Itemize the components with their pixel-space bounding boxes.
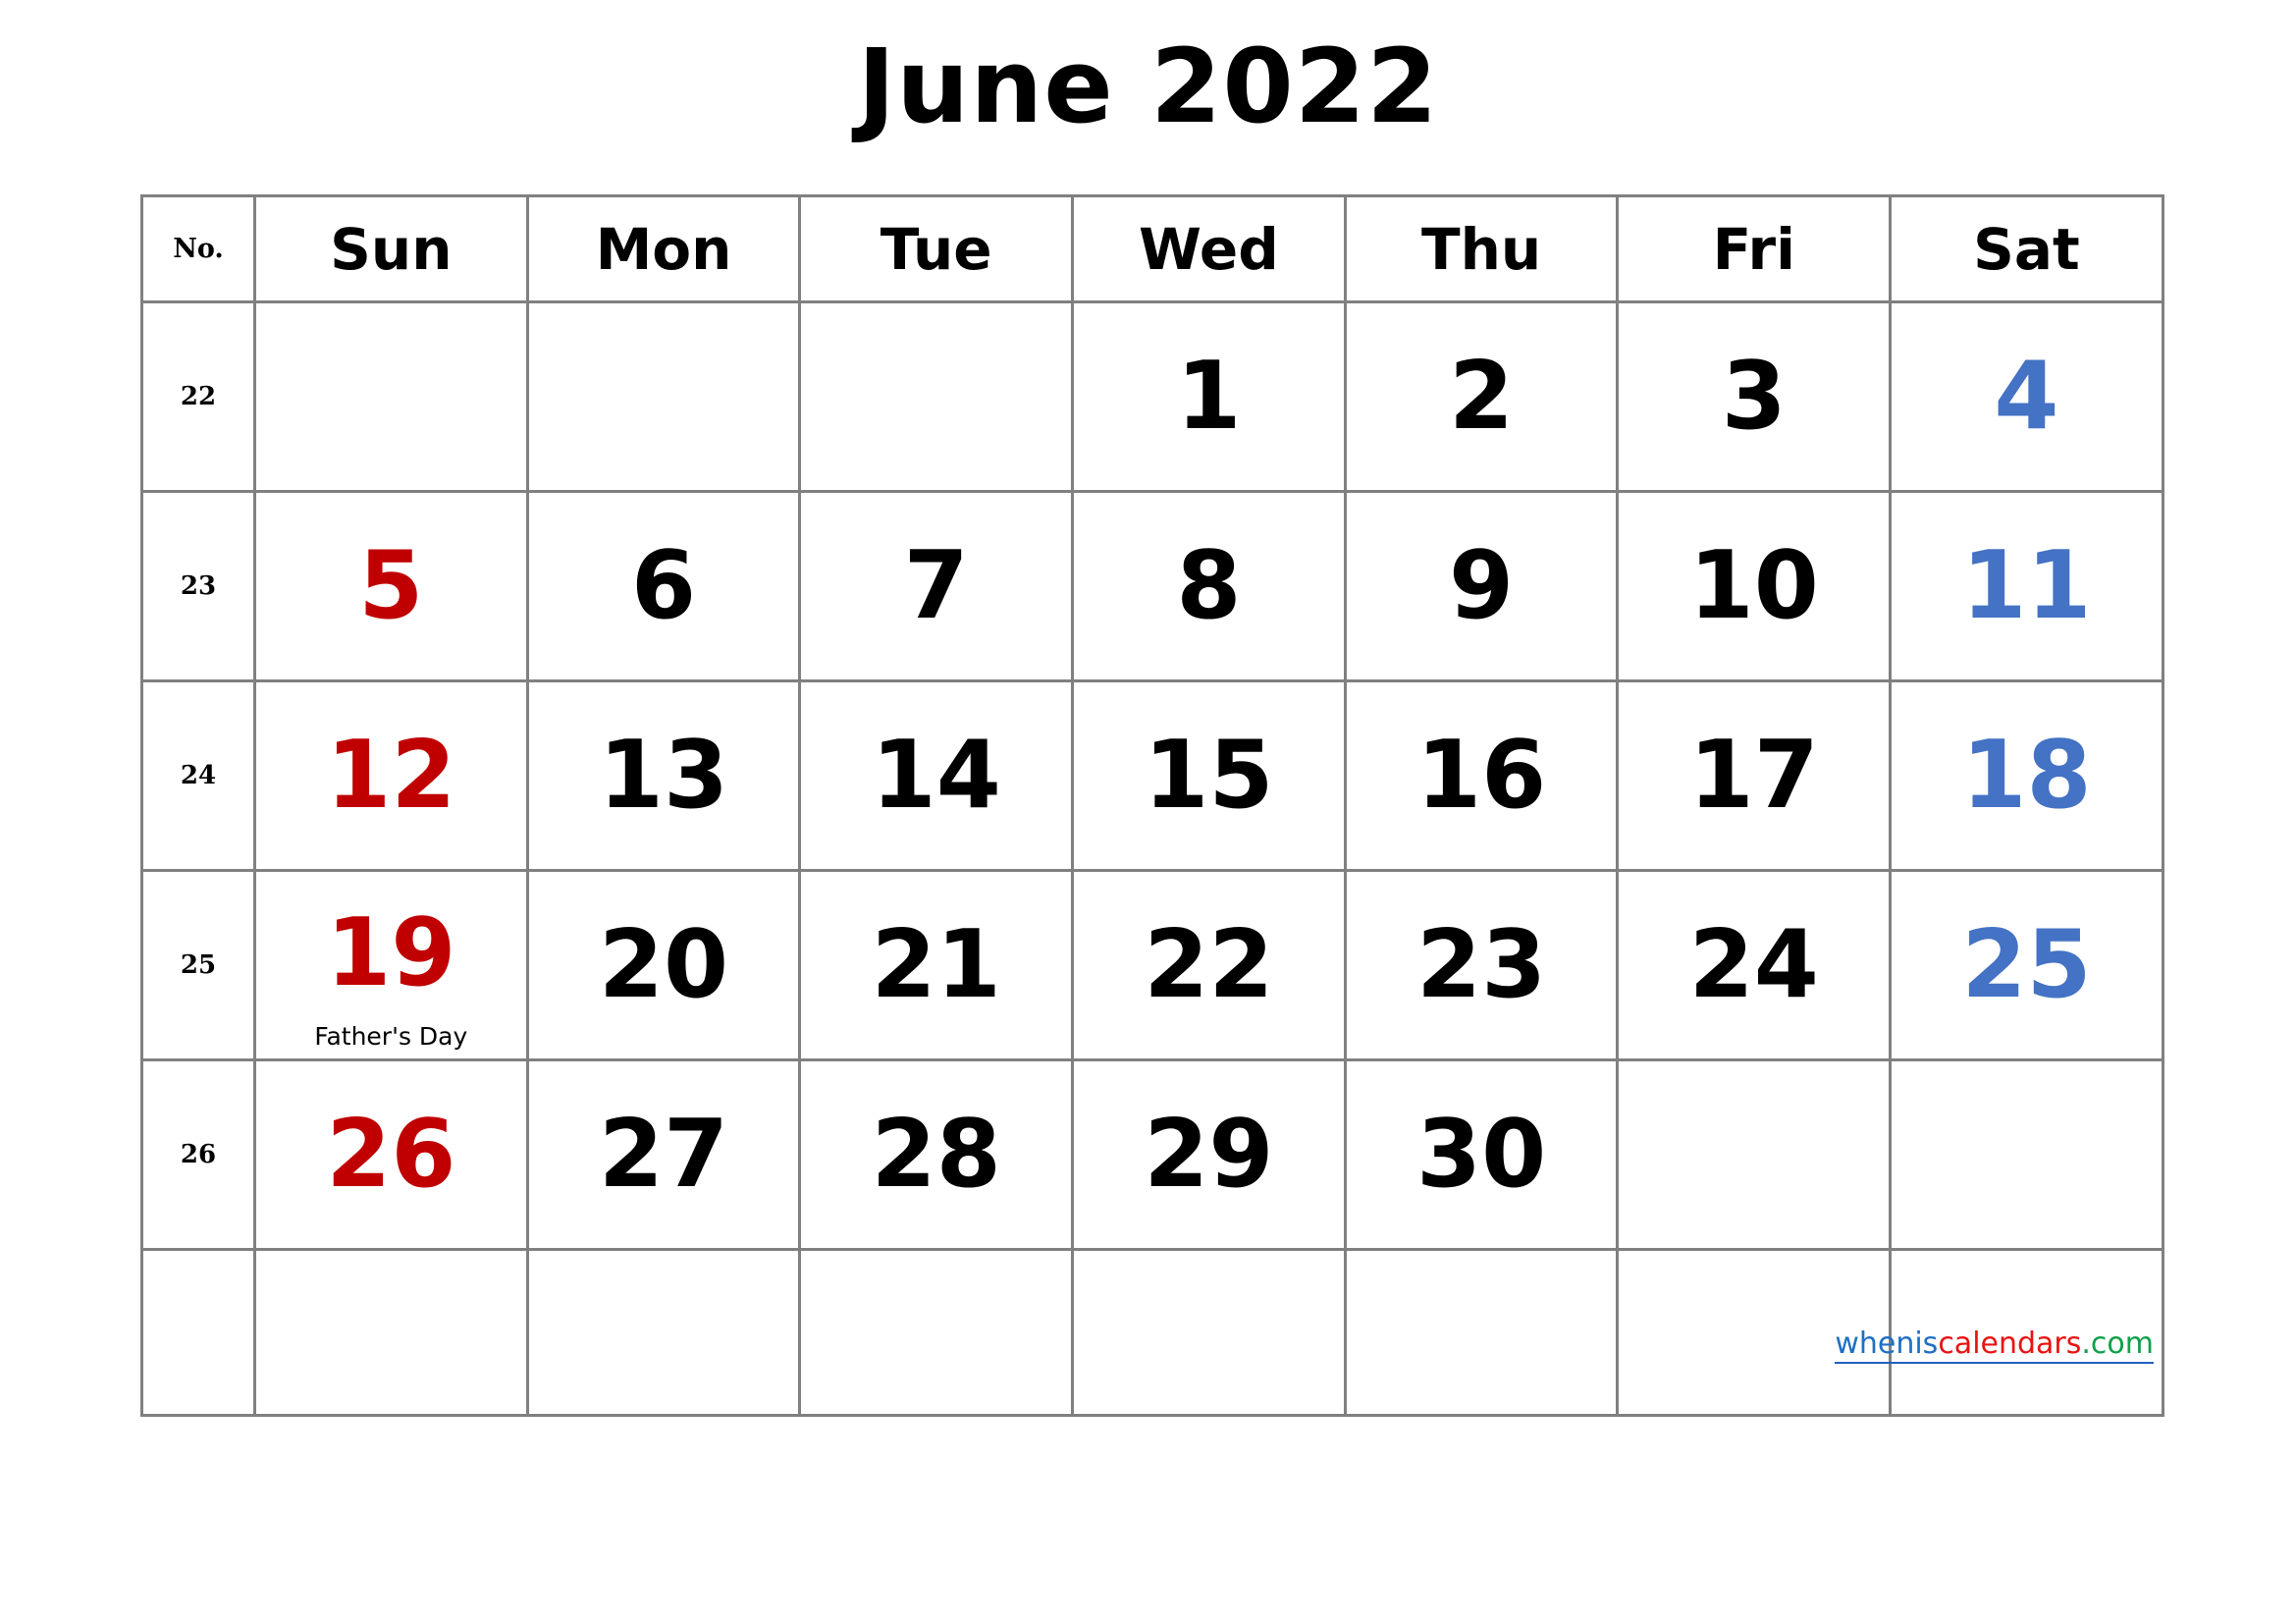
page-title: June 2022 — [857, 27, 1439, 146]
day-cell[interactable]: 24 — [1616, 869, 1893, 1061]
day-cell[interactable]: 3 — [1616, 300, 1893, 493]
week-number-header: No. — [140, 194, 256, 303]
day-cell[interactable]: 16 — [1343, 679, 1620, 872]
day-cell[interactable]: 22 — [1071, 869, 1347, 1061]
day-header-wed: Wed — [1071, 194, 1347, 303]
calendar-week-row: 22 1 2 3 4 — [140, 300, 2164, 493]
day-number: 3 — [1721, 343, 1787, 451]
day-number: 20 — [598, 911, 729, 1019]
day-cell[interactable]: 21 — [798, 869, 1075, 1061]
day-number: 10 — [1688, 532, 1819, 640]
calendar-week-row: 26 26 27 28 29 30 — [140, 1058, 2164, 1251]
day-number: 22 — [1144, 911, 1274, 1019]
day-number: 25 — [1961, 911, 2092, 1019]
day-cell[interactable]: 26 — [253, 1058, 529, 1251]
day-cell[interactable]: 13 — [525, 679, 802, 872]
day-cell[interactable]: 8 — [1071, 490, 1347, 682]
day-cell[interactable]: 4 — [1889, 300, 2164, 493]
day-number: 16 — [1415, 722, 1547, 830]
day-cell[interactable]: 30 — [1343, 1058, 1620, 1251]
day-cell[interactable]: 1 — [1071, 300, 1347, 493]
day-number: 7 — [903, 532, 969, 640]
day-cell[interactable] — [1616, 1058, 1893, 1251]
day-number: 5 — [358, 532, 424, 640]
day-cell[interactable]: 17 — [1616, 679, 1893, 872]
day-number: 24 — [1688, 911, 1819, 1019]
day-cell[interactable]: 23 — [1343, 869, 1620, 1061]
day-cell[interactable] — [1889, 1058, 2164, 1251]
calendar-table: No. Sun Mon Tue Wed Thu Fri Sat 22 1 2 3 4 23… — [140, 194, 2164, 1417]
day-number: 13 — [598, 722, 729, 830]
calendar-week-row: 24 12 13 14 15 16 17 18 — [140, 679, 2164, 872]
week-number-cell: 26 — [140, 1058, 256, 1251]
day-cell[interactable]: 2 — [1343, 300, 1620, 493]
day-number: 15 — [1144, 722, 1274, 830]
day-cell[interactable]: 12 — [253, 679, 529, 872]
day-number: 2 — [1449, 343, 1515, 451]
watermark-part-tld: .com — [2081, 1326, 2154, 1361]
day-cell[interactable]: 20 — [525, 869, 802, 1061]
calendar-week-row: 25 19 Father's Day 20 21 22 23 24 25 — [140, 869, 2164, 1061]
day-cell[interactable]: 25 — [1889, 869, 2164, 1061]
day-cell[interactable]: 6 — [525, 490, 802, 682]
day-cell[interactable]: 14 — [798, 679, 1075, 872]
day-event-label: Father's Day — [314, 1022, 468, 1051]
day-cell[interactable]: 11 — [1889, 490, 2164, 682]
day-number: 29 — [1144, 1101, 1274, 1209]
day-cell[interactable]: 19 Father's Day — [253, 869, 529, 1061]
day-number: 21 — [871, 911, 1001, 1019]
day-cell[interactable] — [525, 1248, 802, 1417]
day-header-mon: Mon — [525, 194, 802, 303]
calendar-page: June 2022 No. Sun Mon Tue Wed Thu Fri Sa… — [0, 0, 2296, 1624]
day-cell[interactable] — [525, 300, 802, 493]
day-cell[interactable] — [253, 1248, 529, 1417]
week-number-cell: 24 — [140, 679, 256, 872]
day-number: 26 — [326, 1101, 456, 1209]
day-number: 11 — [1961, 532, 2092, 640]
watermark-part-whenis: whenis — [1835, 1326, 1939, 1361]
day-number: 18 — [1961, 722, 2092, 830]
week-number-cell: 25 — [140, 869, 256, 1061]
day-header-fri: Fri — [1616, 194, 1893, 303]
day-cell[interactable] — [1071, 1248, 1347, 1417]
week-number-cell: 23 — [140, 490, 256, 682]
day-cell[interactable] — [253, 300, 529, 493]
day-cell[interactable] — [798, 1248, 1075, 1417]
day-number: 1 — [1176, 343, 1242, 451]
day-number: 12 — [326, 722, 456, 830]
day-number: 19 — [326, 899, 456, 1007]
day-header-sun: Sun — [253, 194, 529, 303]
day-number: 28 — [871, 1101, 1001, 1209]
day-number: 17 — [1688, 722, 1819, 830]
day-cell[interactable]: 15 — [1071, 679, 1347, 872]
week-number-cell — [140, 1248, 256, 1417]
day-cell[interactable] — [1343, 1248, 1620, 1417]
day-number: 14 — [871, 722, 1001, 830]
day-number: 30 — [1415, 1101, 1547, 1209]
day-number: 9 — [1449, 532, 1515, 640]
day-number: 8 — [1176, 532, 1242, 640]
day-cell[interactable]: 7 — [798, 490, 1075, 682]
day-number: 6 — [630, 532, 697, 640]
calendar-week-row: 23 5 6 7 8 9 10 11 — [140, 490, 2164, 682]
day-number: 23 — [1415, 911, 1547, 1019]
day-cell[interactable] — [798, 300, 1075, 493]
day-header-tue: Tue — [798, 194, 1075, 303]
day-cell[interactable]: 5 — [253, 490, 529, 682]
day-header-sat: Sat — [1889, 194, 2164, 303]
calendar-header-row: No. Sun Mon Tue Wed Thu Fri Sat — [140, 194, 2164, 303]
site-watermark-link[interactable]: wheniscalendars.com — [1835, 1327, 2154, 1364]
day-cell[interactable]: 28 — [798, 1058, 1075, 1251]
week-number-cell: 22 — [140, 300, 256, 493]
day-cell[interactable]: 9 — [1343, 490, 1620, 682]
day-number: 4 — [1994, 343, 2059, 451]
day-cell[interactable]: 27 — [525, 1058, 802, 1251]
watermark-part-calendars: calendars — [1938, 1326, 2082, 1361]
day-cell[interactable]: 10 — [1616, 490, 1893, 682]
day-header-thu: Thu — [1343, 194, 1620, 303]
day-cell[interactable]: 29 — [1071, 1058, 1347, 1251]
calendar-body: 22 1 2 3 4 23 5 6 7 8 9 10 11 24 12 13 14 15 16 17 18 25 19 Fat… — [140, 300, 2164, 1417]
day-number: 27 — [598, 1101, 729, 1209]
day-cell[interactable]: 18 — [1889, 679, 2164, 872]
